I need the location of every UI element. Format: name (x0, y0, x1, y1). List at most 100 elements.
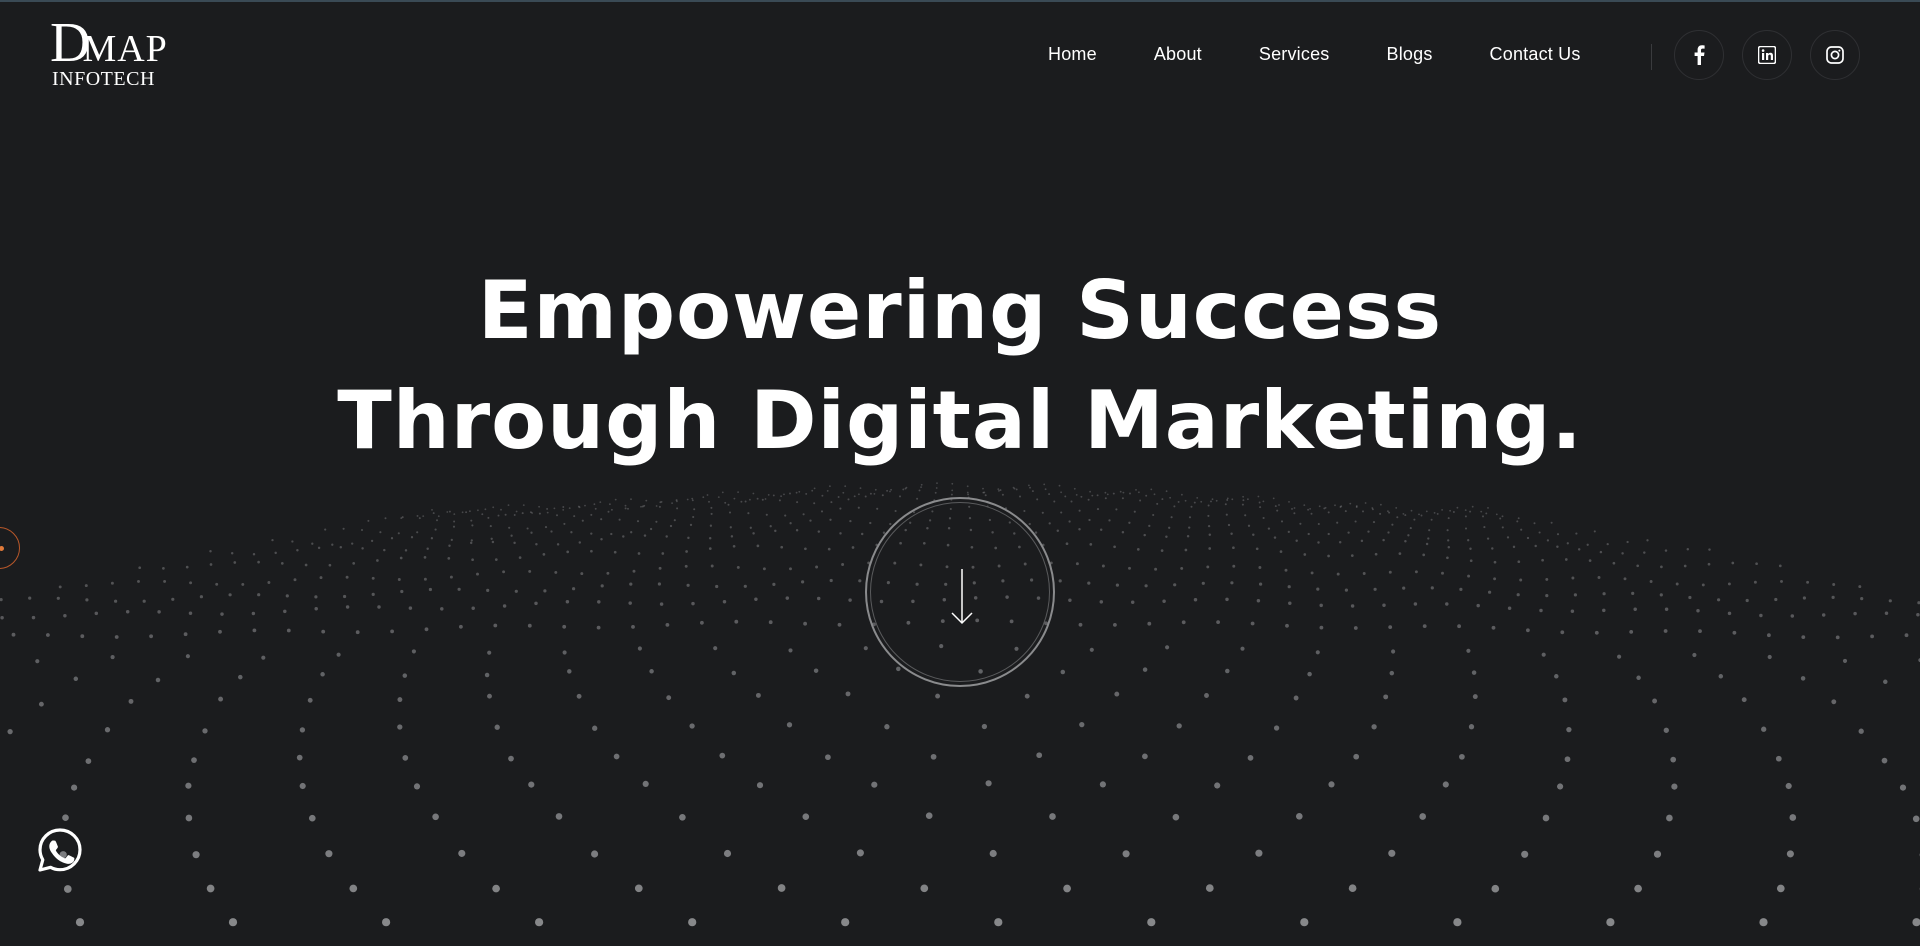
particle-dot (1279, 550, 1283, 553)
particle-dot (1391, 649, 1396, 654)
particle-dot (649, 527, 653, 531)
particle-dot (491, 540, 495, 544)
particle-dot (400, 589, 404, 594)
particle-dot (1789, 814, 1797, 821)
particle-dot (1899, 784, 1907, 791)
particle-dot (228, 918, 238, 927)
nav-home[interactable]: Home (1048, 44, 1097, 65)
linkedin-button[interactable] (1742, 30, 1792, 80)
particle-dot (858, 579, 862, 583)
nav-about[interactable]: About (1154, 44, 1202, 65)
particle-dot (580, 572, 584, 576)
particle-dot (1488, 590, 1492, 594)
particle-dot (572, 587, 576, 591)
particle-dot (1800, 676, 1806, 681)
particle-dot (1232, 546, 1235, 550)
particle-dot (508, 755, 514, 762)
particle-dot (1888, 599, 1892, 603)
particle-dot (1188, 516, 1192, 519)
scroll-down-button[interactable] (865, 497, 1055, 687)
particle-dot (1307, 532, 1310, 536)
particle-dot (328, 563, 332, 567)
facebook-button[interactable] (1674, 30, 1724, 80)
particle-dot (1041, 511, 1044, 514)
particle-dot (1078, 509, 1081, 512)
particle-dot (183, 632, 188, 637)
particle-dot (556, 514, 558, 517)
particle-dot (125, 610, 130, 614)
particle-dot (658, 566, 662, 570)
particle-dot (734, 619, 739, 624)
particle-dot (1280, 520, 1284, 523)
particle-dot (724, 501, 727, 504)
particle-dot (989, 849, 997, 858)
particle-dot (397, 532, 400, 535)
nav-blogs[interactable]: Blogs (1387, 44, 1433, 65)
particle-dot (291, 540, 294, 543)
particle-dot (1701, 583, 1705, 587)
particle-dot (1230, 581, 1234, 585)
particle-dot (1469, 547, 1472, 551)
instagram-button[interactable] (1810, 30, 1860, 80)
particle-dot (1541, 558, 1544, 562)
particle-dot (528, 781, 535, 788)
whatsapp-chat-button[interactable] (36, 826, 84, 874)
particle-dot (1354, 520, 1357, 523)
particle-dot (1472, 694, 1478, 700)
particle-dot (594, 507, 597, 510)
particle-dot (1273, 536, 1277, 539)
particle-dot (1831, 699, 1837, 705)
nav-services[interactable]: Services (1259, 44, 1330, 65)
particle-dot (494, 724, 500, 730)
particle-dot (811, 489, 814, 492)
particle-dot (1430, 586, 1434, 590)
particle-dot (1395, 507, 1398, 509)
particle-dot (1044, 488, 1047, 491)
particle-dot (1295, 539, 1298, 542)
particle-dot (507, 504, 510, 506)
particle-dot (1593, 530, 1596, 533)
particle-dot (1122, 491, 1125, 494)
particle-dot (1413, 602, 1418, 606)
particle-dot (1029, 486, 1031, 489)
particle-dot (252, 628, 257, 633)
particle-dot (665, 623, 670, 627)
particle-dot (1193, 501, 1196, 504)
particle-dot (904, 487, 907, 490)
particle-dot (450, 538, 453, 542)
particle-dot (591, 850, 599, 858)
particle-dot (1060, 669, 1066, 675)
particle-dot (1487, 507, 1489, 509)
particle-dot (553, 507, 556, 510)
particle-dot (798, 490, 801, 493)
particle-dot (1278, 504, 1280, 506)
particle-dot (783, 493, 785, 496)
particle-dot (1128, 566, 1131, 570)
logo[interactable]: DMAP INFOTECH (50, 15, 180, 90)
particle-dot (1858, 728, 1864, 734)
particle-dot (192, 851, 200, 859)
particle-dot (1087, 581, 1091, 585)
particle-dot (1453, 918, 1462, 927)
particle-dot (1064, 495, 1067, 498)
particle-dot (1629, 630, 1634, 634)
particle-dot (918, 489, 921, 492)
particle-dot (916, 497, 919, 500)
particle-dot (296, 549, 299, 552)
particle-dot (1288, 501, 1290, 503)
particle-dot (1295, 812, 1303, 820)
particle-dot (535, 918, 544, 927)
particle-dot (624, 504, 627, 507)
particle-dot (1621, 552, 1624, 555)
particle-dot (566, 550, 570, 554)
particle-dot (825, 754, 831, 761)
particle-dot (813, 668, 819, 673)
particle-dot (1063, 884, 1071, 893)
particle-dot (1272, 497, 1275, 500)
particle-dot (1806, 580, 1810, 584)
particle-dot (1303, 553, 1307, 556)
particle-dot (1193, 597, 1198, 602)
nav-contact[interactable]: Contact Us (1490, 44, 1581, 65)
particle-dot (521, 512, 524, 515)
particle-dot (1468, 724, 1475, 730)
